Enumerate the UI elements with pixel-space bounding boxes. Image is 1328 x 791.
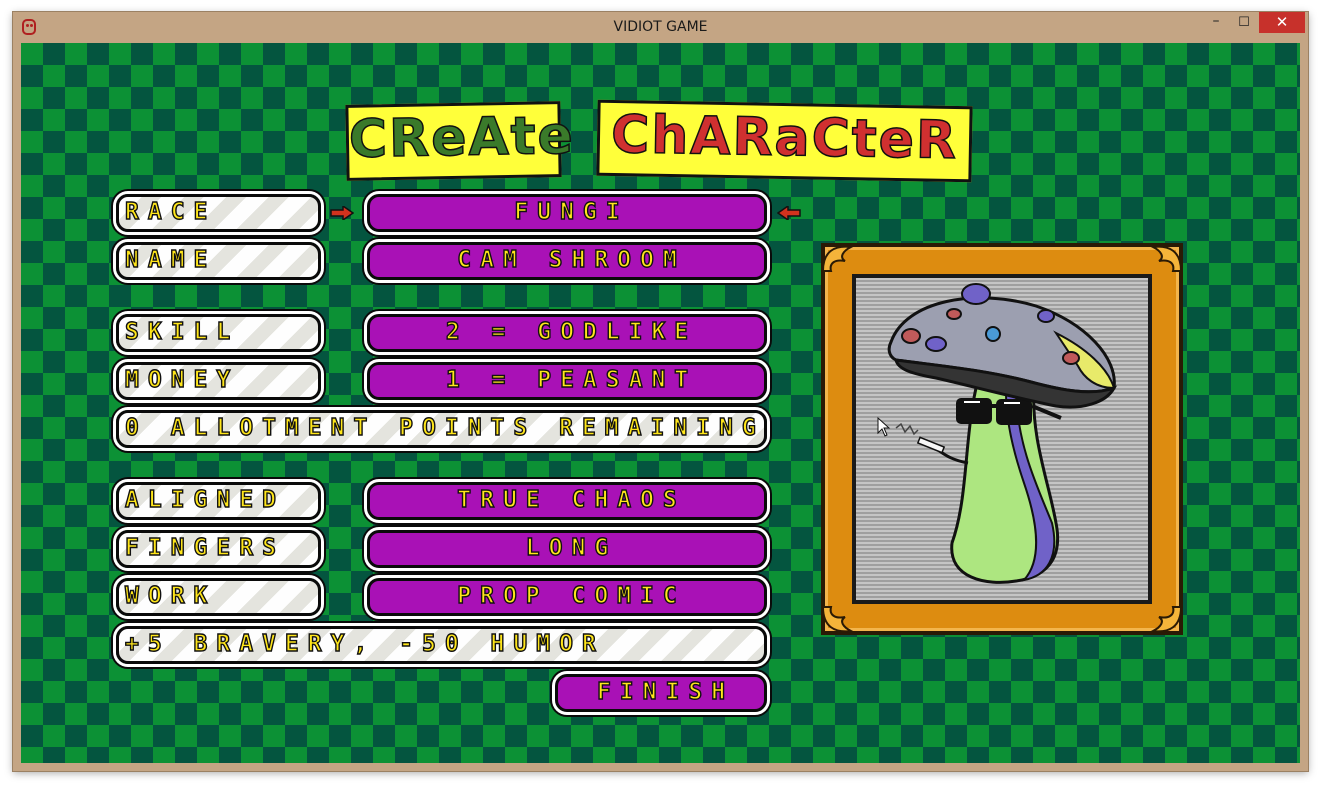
name-value-button[interactable]: CAM SHROOM — [367, 242, 767, 280]
close-button[interactable]: ✕ — [1259, 12, 1305, 33]
frame-ornament-icon — [1149, 606, 1183, 633]
skill-label: SKILL — [116, 314, 321, 352]
fingers-label: FINGERS — [116, 530, 321, 568]
portrait-frame — [821, 243, 1183, 635]
fingers-value-button[interactable]: LONG — [367, 530, 767, 568]
title-word-create: CReAte — [348, 105, 576, 170]
aligned-value-button[interactable]: TRUE CHAOS — [367, 482, 767, 520]
game-window: VIDIOT GAME – ☐ ✕ CReAte ChARaCteR RACE … — [13, 12, 1308, 771]
minimize-button[interactable]: – — [1203, 12, 1229, 33]
race-label: RACE — [116, 194, 321, 232]
frame-ornament-icon — [821, 245, 855, 272]
portrait-screen — [852, 274, 1152, 604]
frame-ornament-icon — [821, 606, 855, 633]
maximize-button[interactable]: ☐ — [1231, 12, 1257, 33]
window-title: VIDIOT GAME — [613, 19, 708, 35]
arrow-right-icon[interactable] — [330, 206, 354, 220]
work-bonus-description: +5 BRAVERY, -50 HUMOR — [116, 626, 767, 664]
frame-ornament-icon — [1149, 245, 1183, 272]
title-banner-character: ChARaCteR — [596, 99, 973, 183]
allotment-points-status: 0 ALLOTMENT POINTS REMAINING — [116, 410, 767, 448]
mouse-cursor-icon — [877, 417, 891, 437]
title-banner-create: CReAte — [345, 101, 576, 181]
work-label: WORK — [116, 578, 321, 616]
money-label: MONEY — [116, 362, 321, 400]
aligned-label: ALIGNED — [116, 482, 321, 520]
race-value-button[interactable]: FUNGI — [367, 194, 767, 232]
finish-button[interactable]: FINISH — [555, 674, 767, 712]
money-value-button[interactable]: 1 = PEASANT — [367, 362, 767, 400]
title-word-character: ChARaCteR — [610, 104, 959, 172]
name-label: NAME — [116, 242, 321, 280]
fungi-character-portrait-icon — [887, 283, 1118, 584]
work-value-button[interactable]: PROP COMIC — [367, 578, 767, 616]
arrow-left-icon[interactable] — [777, 206, 801, 220]
title-bar[interactable]: VIDIOT GAME – ☐ ✕ — [13, 12, 1308, 43]
game-viewport: CReAte ChARaCteR RACE FUNGI NAME CAM SHR… — [21, 43, 1300, 763]
skill-value-button[interactable]: 2 = GODLIKE — [367, 314, 767, 352]
